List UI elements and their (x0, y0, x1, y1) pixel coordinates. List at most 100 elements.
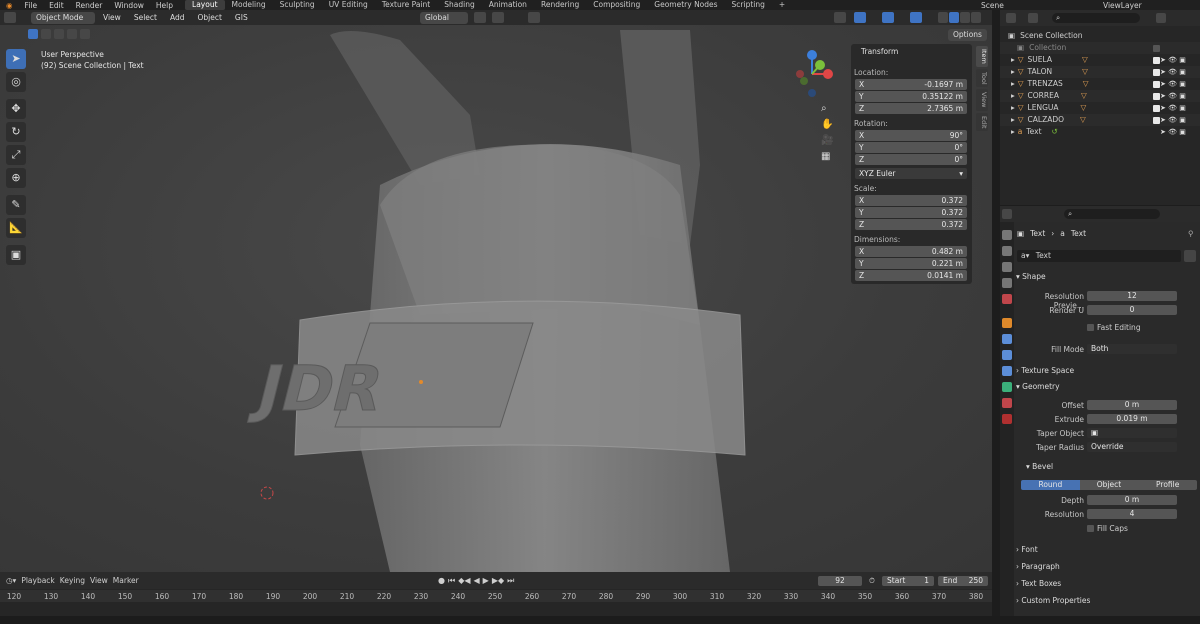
include-checkbox[interactable] (1153, 80, 1160, 88)
include-checkbox[interactable] (1153, 116, 1160, 124)
select-eye-camera-icon[interactable]: ➤ 👁 ▣ (1160, 102, 1186, 114)
viewlayer-label[interactable]: ViewLayer (1097, 1, 1148, 10)
font-panel-header[interactable]: › Font (1016, 543, 1196, 556)
shape-panel-header[interactable]: ▾ Shape (1016, 270, 1196, 283)
play-icon[interactable]: ▶ (483, 576, 489, 586)
tool-props-icon[interactable] (1002, 230, 1012, 240)
scene-props-icon[interactable] (1002, 294, 1012, 304)
header-menu-select[interactable]: Select (129, 13, 162, 22)
jump-end-icon[interactable]: ⏭ (507, 576, 514, 586)
select-eye-camera-icon[interactable]: ➤ 👁 ▣ (1160, 114, 1186, 126)
texture-props-icon[interactable] (1002, 414, 1012, 424)
menu-help[interactable]: Help (150, 1, 179, 10)
tab-texture-paint[interactable]: Texture Paint (375, 0, 437, 10)
shoe-model[interactable]: JDR (0, 25, 992, 572)
resolution-preview-field[interactable]: 12 (1087, 291, 1177, 301)
tab-geometry-nodes[interactable]: Geometry Nodes (647, 0, 724, 10)
add-workspace-button[interactable]: + (772, 0, 792, 10)
include-checkbox[interactable] (1153, 92, 1160, 100)
scale-x-field[interactable]: X 0.372 (855, 195, 967, 206)
outliner-scene-collection[interactable]: ▣ Scene Collection (1000, 30, 1200, 42)
frame-ruler[interactable]: 120 130 140 150 160 170 180 190 200 210 … (0, 590, 992, 602)
mode-dropdown[interactable]: Object Mode (31, 11, 95, 24)
datablock-selector[interactable]: a▾ Text (1017, 250, 1181, 262)
end-frame-field[interactable]: End 250 (938, 576, 988, 586)
orientation-dropdown[interactable]: Global (420, 11, 468, 24)
start-frame-field[interactable]: Start 1 (882, 576, 934, 586)
tab-layout[interactable]: Layout (185, 0, 225, 10)
tab-uv-editing[interactable]: UV Editing (322, 0, 375, 10)
tab-rendering[interactable]: Rendering (534, 0, 586, 10)
menu-file[interactable]: File (19, 1, 44, 10)
visibility-icon[interactable] (834, 12, 846, 23)
properties-editor-icon[interactable] (1002, 209, 1012, 219)
location-z-field[interactable]: Z 2.7365 m (855, 103, 967, 114)
location-x-field[interactable]: X -0.1697 m (855, 79, 967, 90)
material-shading-icon[interactable] (960, 12, 970, 23)
jdr-text-mesh[interactable]: JDR (246, 352, 391, 425)
include-checkbox[interactable] (1153, 68, 1160, 76)
output-props-icon[interactable] (1002, 262, 1012, 272)
timeline-editor-icon[interactable]: ◷▾ (6, 576, 16, 585)
editor-type-icon[interactable] (4, 12, 16, 23)
offset-field[interactable]: 0 m (1087, 400, 1177, 410)
transform-title[interactable]: Transform (861, 47, 898, 56)
gizmo-toggle-icon[interactable] (854, 12, 866, 23)
zoom-icon[interactable]: ⌕ (821, 103, 833, 114)
scale-y-field[interactable]: Y 0.372 (855, 207, 967, 218)
current-frame-field[interactable]: 92 (818, 576, 862, 586)
properties-search-input[interactable]: ⌕ (1064, 209, 1160, 219)
tab-item[interactable]: Item (976, 46, 988, 67)
tab-view[interactable]: View (976, 89, 988, 111)
pin-icon[interactable]: ⚲ (1188, 229, 1194, 238)
tab-modeling[interactable]: Modeling (225, 0, 273, 10)
paragraph-panel-header[interactable]: › Paragraph (1016, 560, 1196, 573)
wireframe-shading-icon[interactable] (938, 12, 948, 23)
filter-funnel-icon[interactable] (1156, 13, 1166, 23)
geometry-panel-header[interactable]: ▾ Geometry (1016, 380, 1196, 393)
stopwatch-icon[interactable]: ⏱ (869, 576, 875, 586)
xray-toggle-icon[interactable] (910, 12, 922, 23)
modifier-props-icon[interactable] (1002, 334, 1012, 344)
outliner-editor-icon[interactable] (1006, 13, 1016, 23)
rotation-x-field[interactable]: X 90° (855, 130, 967, 141)
physics-props-icon[interactable] (1002, 366, 1012, 376)
tab-edit[interactable]: Edit (976, 112, 988, 132)
fast-editing-checkbox[interactable] (1087, 324, 1094, 331)
keying-menu[interactable]: Keying (60, 576, 85, 585)
fake-user-icon[interactable] (1184, 250, 1196, 262)
fill-caps-checkbox[interactable] (1087, 525, 1094, 532)
select-eye-camera-icon[interactable]: ➤ 👁 ▣ (1160, 126, 1186, 138)
outliner-collection[interactable]: ▣ Collection (1000, 42, 1200, 54)
pivot-icon[interactable] (474, 12, 486, 23)
shading-modes[interactable] (938, 12, 981, 23)
header-menu-object[interactable]: Object (192, 13, 226, 22)
tab-sculpting[interactable]: Sculpting (273, 0, 322, 10)
taper-radius-dropdown[interactable]: Override (1087, 442, 1177, 452)
bevel-mode-profile[interactable]: Profile (1138, 480, 1198, 490)
fill-mode-dropdown[interactable]: Both (1087, 344, 1177, 354)
filter-display-icon[interactable] (1028, 13, 1038, 23)
text-boxes-panel-header[interactable]: › Text Boxes (1016, 577, 1196, 590)
jump-start-icon[interactable]: ⏮ (448, 576, 455, 586)
marker-menu[interactable]: Marker (113, 576, 139, 585)
render-props-icon[interactable] (1002, 246, 1012, 256)
select-eye-camera-icon[interactable]: ➤ 👁 ▣ (1160, 54, 1186, 66)
custom-properties-panel-header[interactable]: › Custom Properties (1016, 594, 1196, 607)
prev-keyframe-icon[interactable]: ◆◀ (458, 576, 470, 586)
object-props-icon[interactable] (1002, 318, 1012, 328)
exclude-checkbox[interactable] (1153, 44, 1160, 52)
depth-field[interactable]: 0 m (1087, 495, 1177, 505)
rotation-mode-dropdown[interactable]: XYZ Euler ▾ (855, 168, 967, 179)
header-menu-add[interactable]: Add (165, 13, 190, 22)
snap-icon[interactable] (492, 12, 504, 23)
playback-menu[interactable]: Playback (21, 576, 54, 585)
navigation-gizmo[interactable] (792, 49, 842, 101)
texture-space-panel-header[interactable]: › Texture Space (1016, 364, 1196, 377)
include-checkbox[interactable] (1153, 104, 1160, 112)
select-eye-camera-icon[interactable]: ➤ 👁 ▣ (1160, 78, 1186, 90)
menu-window[interactable]: Window (108, 1, 150, 10)
view-layer-props-icon[interactable] (1002, 278, 1012, 288)
extrude-field[interactable]: 0.019 m (1087, 414, 1177, 424)
tab-shading[interactable]: Shading (437, 0, 481, 10)
